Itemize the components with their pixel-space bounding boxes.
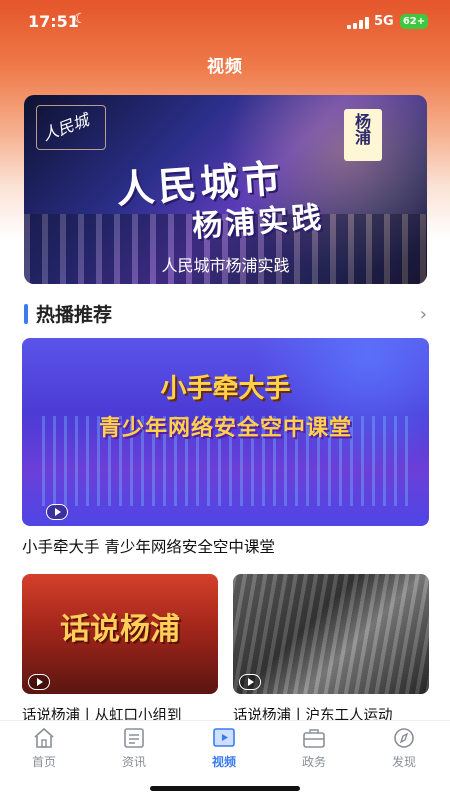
tab-label: 视频 — [211, 755, 236, 769]
hero-seal: 杨浦 — [344, 109, 382, 161]
chevron-right-icon[interactable]: › — [420, 304, 427, 325]
page-title: 视频 — [207, 57, 243, 77]
play-icon[interactable] — [46, 504, 68, 520]
network-type: 5G — [374, 14, 394, 29]
status-bar: 17:51 ☾ 5G 62+ — [0, 0, 450, 44]
tab-label: 资讯 — [121, 755, 146, 769]
video-icon — [212, 727, 236, 749]
tab-discover[interactable]: 发现 — [374, 727, 434, 770]
section-title: 热播推荐 — [36, 304, 113, 326]
status-time: 17:51 — [28, 12, 79, 31]
play-icon[interactable] — [28, 674, 50, 690]
feature-caption[interactable]: 小手牵大手 青少年网络安全空中课堂 — [22, 535, 275, 557]
historical-photo — [233, 574, 429, 694]
hero-title-line2: 杨浦实践 — [191, 200, 326, 245]
compass-icon — [392, 727, 416, 749]
news-icon — [122, 727, 146, 749]
card-art-title: 话说杨浦 — [60, 612, 180, 647]
briefcase-icon — [302, 727, 326, 749]
section-accent-bar — [24, 304, 28, 324]
hero-caption: 人民城市杨浦实践 — [161, 256, 290, 275]
signal-icon — [347, 17, 369, 29]
tab-label: 首页 — [31, 755, 56, 769]
play-icon[interactable] — [239, 674, 261, 690]
feature-title-line1: 小手牵大手 — [160, 374, 291, 404]
section-header: 热播推荐 › — [24, 300, 427, 328]
battery-icon: 62+ — [400, 14, 428, 29]
tab-video[interactable]: 视频 — [194, 727, 254, 770]
video-card-thumbnail[interactable] — [233, 574, 429, 694]
video-card-thumbnail[interactable]: 话说杨浦 — [22, 574, 218, 694]
moon-icon: ☾ — [74, 11, 87, 27]
tab-government[interactable]: 政务 — [284, 727, 344, 770]
home-icon — [32, 727, 56, 749]
featured-video-thumbnail[interactable]: 小手牵大手 青少年网络安全空中课堂 — [22, 338, 429, 526]
hero-banner[interactable]: 人民城 杨浦 人民城市 杨浦实践 人民城市杨浦实践 — [24, 95, 427, 284]
feature-title-line2: 青少年网络安全空中课堂 — [98, 416, 352, 441]
tab-news[interactable]: 资讯 — [104, 727, 164, 770]
tab-label: 政务 — [301, 755, 326, 769]
hero-logo: 人民城 — [36, 105, 106, 150]
tab-label: 发现 — [391, 755, 416, 769]
home-indicator[interactable] — [150, 786, 300, 791]
tab-home[interactable]: 首页 — [14, 727, 74, 770]
